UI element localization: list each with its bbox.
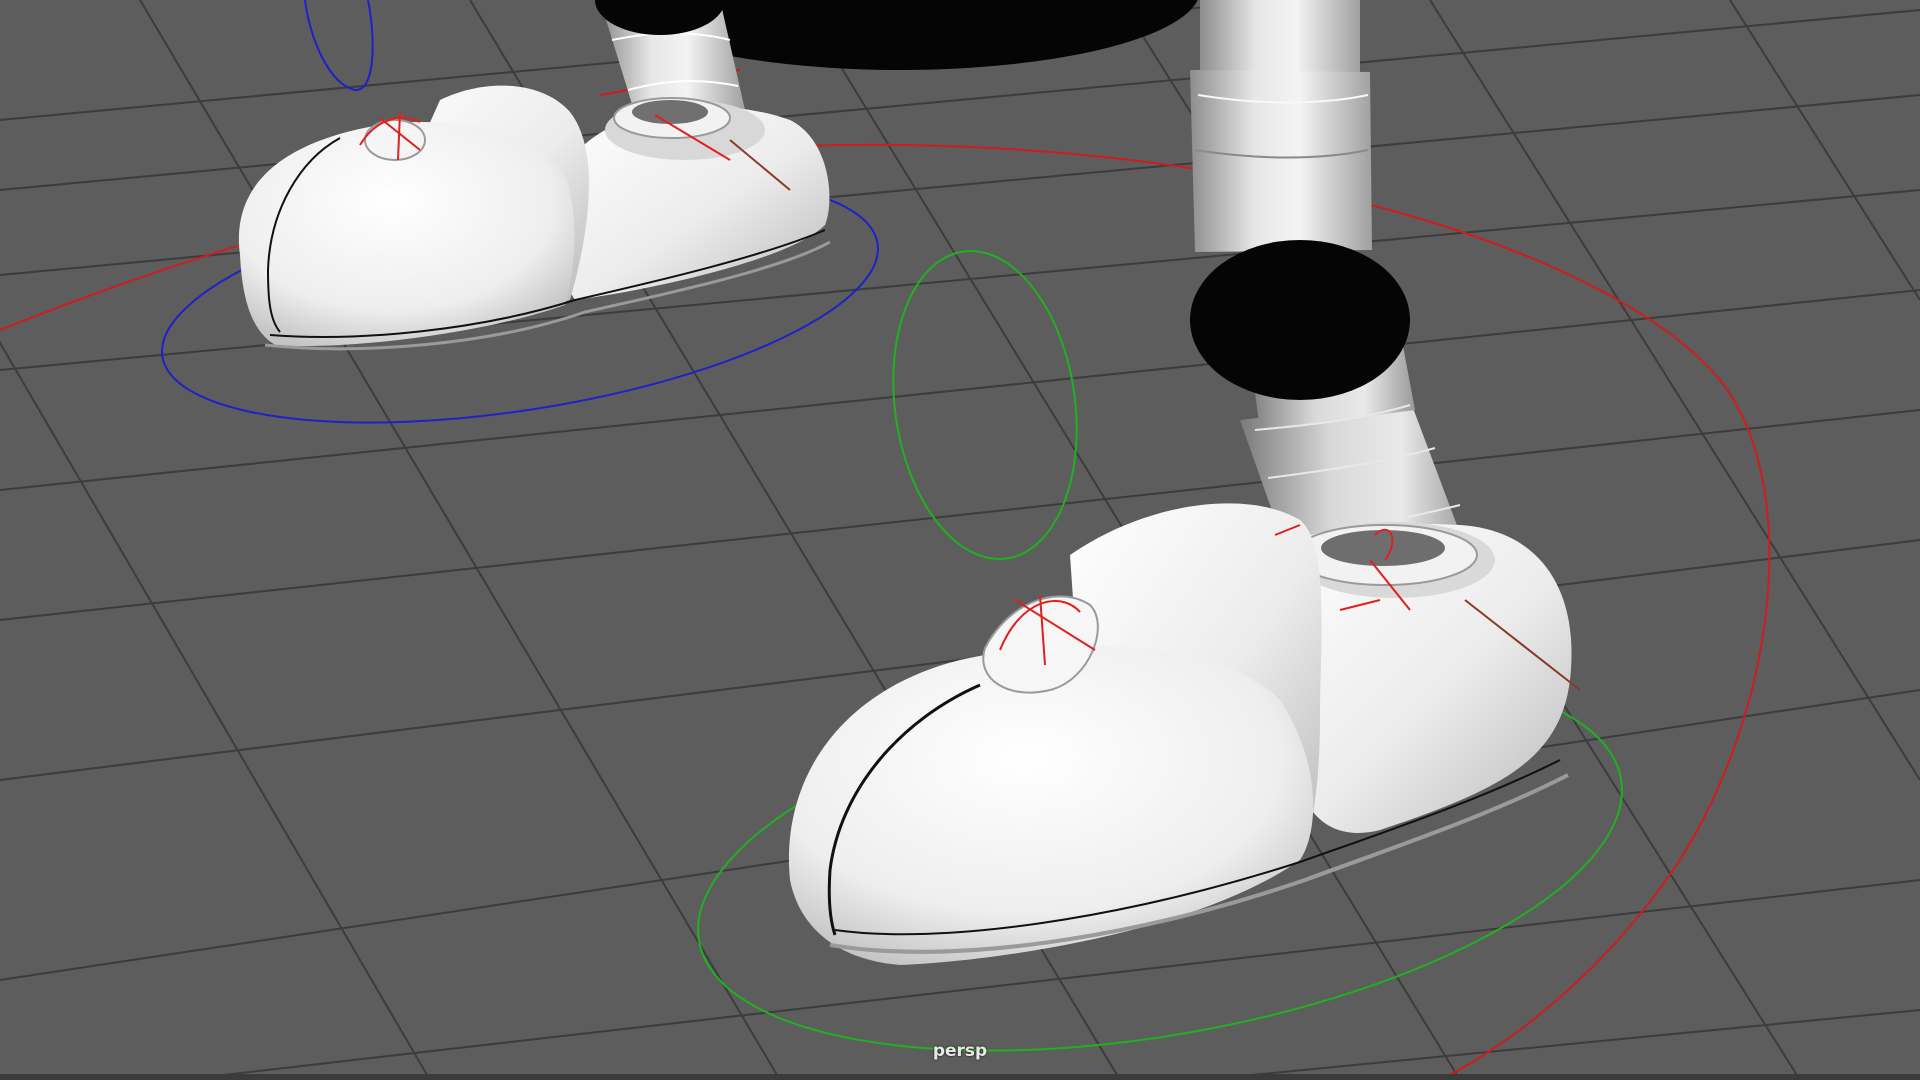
right-shoe-mesh[interactable]: [788, 503, 1572, 965]
viewport-bottom-border: [0, 1074, 1920, 1080]
camera-name-label: persp: [932, 1041, 988, 1061]
knee-joint-mesh[interactable]: [1190, 240, 1410, 400]
scene-canvas[interactable]: [0, 0, 1920, 1080]
left-knee-control-curve[interactable]: [304, 0, 374, 92]
3d-viewport-persp[interactable]: persp: [0, 0, 1920, 1080]
left-shoe-mesh[interactable]: [238, 85, 831, 351]
